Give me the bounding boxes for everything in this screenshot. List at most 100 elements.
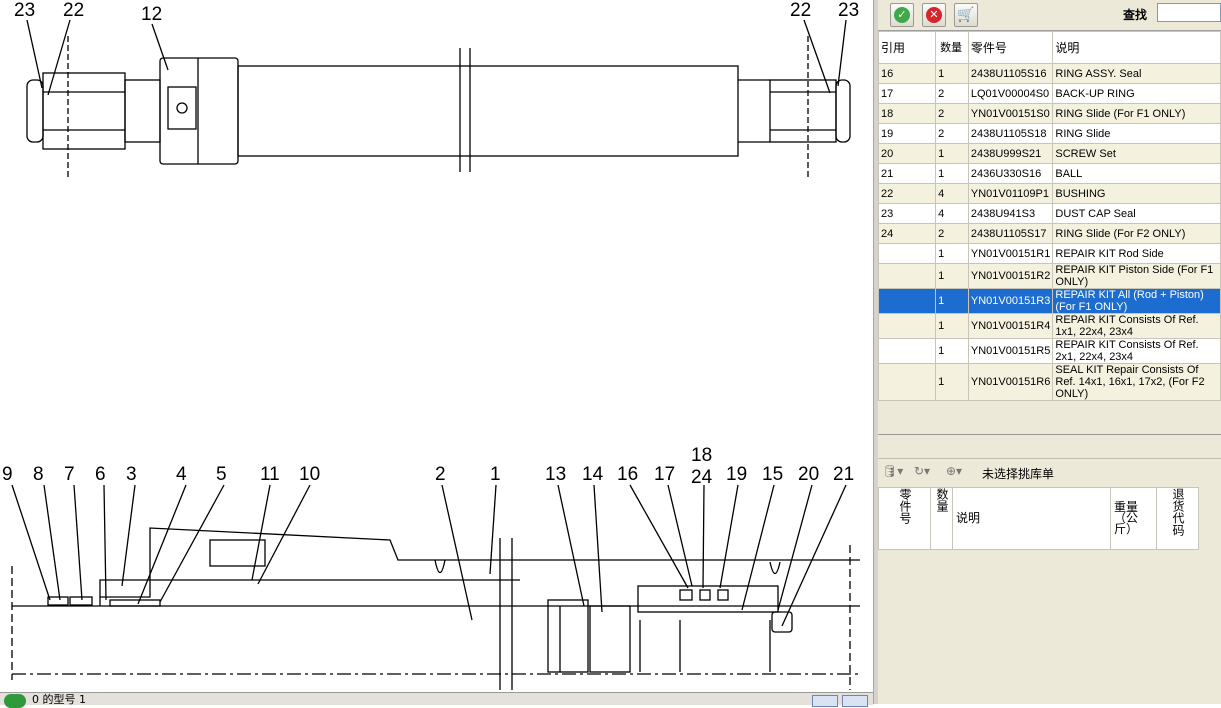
picklist-header-desc[interactable]: 说明: [952, 487, 1111, 550]
table-row[interactable]: 16 1 2438U1105S16 RING ASSY. Seal: [878, 63, 1221, 84]
table-row[interactable]: 1 YN01V00151R4 REPAIR KIT Consists Of Ref.…: [878, 313, 1221, 339]
cell-qty: 1: [935, 163, 969, 184]
header-part[interactable]: 零件号: [967, 31, 1054, 64]
cell-qty: 1: [935, 263, 969, 289]
cell-part: 2436U330S16: [967, 163, 1054, 184]
cell-qty: 1: [935, 63, 969, 84]
cell-desc: RING Slide: [1052, 123, 1221, 144]
callout-15: 15: [762, 464, 783, 485]
cell-qty: 1: [935, 338, 969, 364]
picklist-header-part[interactable]: 零件号: [878, 487, 931, 550]
picklist-header-weight[interactable]: 重量（公斤）: [1110, 487, 1157, 550]
parts-diagram[interactable]: 23 22 12 22 23 9 8 7 6 3 4 5 11 10 2 1 1…: [0, 0, 873, 704]
cell-ref: [878, 338, 937, 364]
cell-qty: 1: [935, 313, 969, 339]
cell-desc: BUSHING: [1052, 183, 1221, 204]
callout-4: 4: [176, 464, 187, 485]
picklist-table: 零件号 数量 说明 重量（公斤） 退货代码: [878, 487, 1199, 550]
cell-part: YN01V00151R4: [967, 313, 1054, 339]
add-to-cart-button[interactable]: 🛒: [954, 3, 978, 27]
cell-desc: RING Slide (For F2 ONLY): [1052, 223, 1221, 244]
table-row[interactable]: 19 2 2438U1105S18 RING Slide: [878, 123, 1221, 144]
callout-9: 9: [2, 464, 13, 485]
zoom-in-icon[interactable]: [842, 695, 868, 707]
cell-part: YN01V00151R2: [967, 263, 1054, 289]
callout-2: 2: [435, 464, 446, 485]
confirm-button[interactable]: ✓: [890, 3, 914, 27]
cell-qty: 4: [935, 203, 969, 224]
cell-part: YN01V00151R5: [967, 338, 1054, 364]
picklist-header-code[interactable]: 退货代码: [1156, 487, 1199, 550]
cell-part: 2438U1105S16: [967, 63, 1054, 84]
table-row[interactable]: 1 YN01V00151R2 REPAIR KIT Piston Side (For…: [878, 263, 1221, 289]
picklist-header-qty[interactable]: 数量: [930, 487, 953, 550]
cart-icon: 🛒: [957, 7, 975, 23]
callout-18: 18: [691, 445, 712, 466]
callout-1: 1: [490, 464, 501, 485]
cancel-button[interactable]: ✕: [922, 3, 946, 27]
cell-desc: REPAIR KIT Consists Of Ref. 2x1, 22x4, 2…: [1052, 338, 1221, 364]
callout-7: 7: [64, 464, 75, 485]
cell-desc: REPAIR KIT Consists Of Ref. 1x1, 22x4, 2…: [1052, 313, 1221, 339]
callout-11: 11: [260, 464, 280, 485]
cell-ref: 24: [878, 223, 937, 244]
pane-divider[interactable]: [878, 434, 1221, 459]
cell-desc: SEAL KIT Repair Consists Of Ref. 14x1, 1…: [1052, 363, 1221, 401]
cell-part: YN01V00151R1: [967, 243, 1054, 264]
header-desc[interactable]: 说明: [1052, 31, 1221, 64]
table-row[interactable]: 1 YN01V00151R6 SEAL KIT Repair Consists Of…: [878, 363, 1221, 401]
cell-ref: [878, 288, 937, 314]
table-row[interactable]: 20 1 2438U999S21 SCREW Set: [878, 143, 1221, 164]
table-row[interactable]: 22 4 YN01V01109P1 BUSHING: [878, 183, 1221, 204]
callout-10: 10: [299, 464, 320, 485]
header-ref[interactable]: 引用: [878, 31, 937, 64]
callout-24: 24: [691, 467, 713, 488]
callout-19: 19: [726, 464, 747, 485]
cell-qty: 2: [935, 103, 969, 124]
callout-21: 21: [833, 464, 854, 485]
table-row[interactable]: 1 YN01V00151R3 REPAIR KIT All (Rod + Pisto…: [878, 288, 1221, 314]
cell-qty: 1: [935, 363, 969, 401]
table-row[interactable]: 23 4 2438U941S3 DUST CAP Seal: [878, 203, 1221, 224]
cell-desc: RING Slide (For F1 ONLY): [1052, 103, 1221, 124]
table-row[interactable]: 24 2 2438U1105S17 RING Slide (For F2 ONLY): [878, 223, 1221, 244]
database-icon[interactable]: 🛢▾: [882, 464, 903, 478]
callout-13: 13: [545, 464, 566, 485]
callout-23-left: 23: [14, 0, 35, 21]
header-qty[interactable]: 数量: [935, 31, 969, 64]
table-row[interactable]: 17 2 LQ01V00004S0 BACK-UP RING: [878, 83, 1221, 104]
zoom-out-icon[interactable]: [812, 695, 838, 707]
cell-ref: 16: [878, 63, 937, 84]
picklist-toolbar: 🛢▾ ↻▾ ⊕▾ 未选择挑库单: [878, 458, 1221, 487]
picklist-status: 未选择挑库单: [982, 467, 1055, 481]
cell-ref: 22: [878, 183, 937, 204]
cell-qty: 1: [935, 143, 969, 164]
cell-qty: 2: [935, 123, 969, 144]
parts-table: 引用 数量 零件号 说明 16 1 2438U1105S16 RING ASSY. S…: [878, 31, 1221, 401]
table-row[interactable]: 21 1 2436U330S16 BALL: [878, 163, 1221, 184]
cell-ref: [878, 263, 937, 289]
right-pane: ✓ ✕ 🛒 查找 引用 数量 零件号 说明 16 1 2438U1105S16 RIN: [878, 0, 1221, 704]
cell-desc: DUST CAP Seal: [1052, 203, 1221, 224]
cell-desc: REPAIR KIT All (Rod + Piston) (For F1 ON…: [1052, 288, 1221, 314]
cell-part: YN01V00151S0: [967, 103, 1054, 124]
refresh-icon[interactable]: ↻▾: [914, 464, 930, 478]
cell-desc: BACK-UP RING: [1052, 83, 1221, 104]
status-bar: 0 的型号 1: [0, 692, 873, 708]
add-icon[interactable]: ⊕▾: [946, 464, 962, 478]
cell-ref: [878, 243, 937, 264]
cell-part: YN01V00151R3: [967, 288, 1054, 314]
cell-ref: 20: [878, 143, 937, 164]
search-input[interactable]: [1157, 3, 1221, 22]
cell-desc: BALL: [1052, 163, 1221, 184]
table-row[interactable]: 18 2 YN01V00151S0 RING Slide (For F1 ONLY): [878, 103, 1221, 124]
table-row[interactable]: 1 YN01V00151R1 REPAIR KIT Rod Side: [878, 243, 1221, 264]
cell-qty: 1: [935, 243, 969, 264]
table-row[interactable]: 1 YN01V00151R5 REPAIR KIT Consists Of Ref.…: [878, 338, 1221, 364]
callout-23-right: 23: [838, 0, 859, 21]
status-ok-icon: [4, 694, 26, 708]
cell-ref: 19: [878, 123, 937, 144]
cell-ref: [878, 363, 937, 401]
cell-desc: REPAIR KIT Piston Side (For F1 ONLY): [1052, 263, 1221, 289]
cell-qty: 2: [935, 83, 969, 104]
